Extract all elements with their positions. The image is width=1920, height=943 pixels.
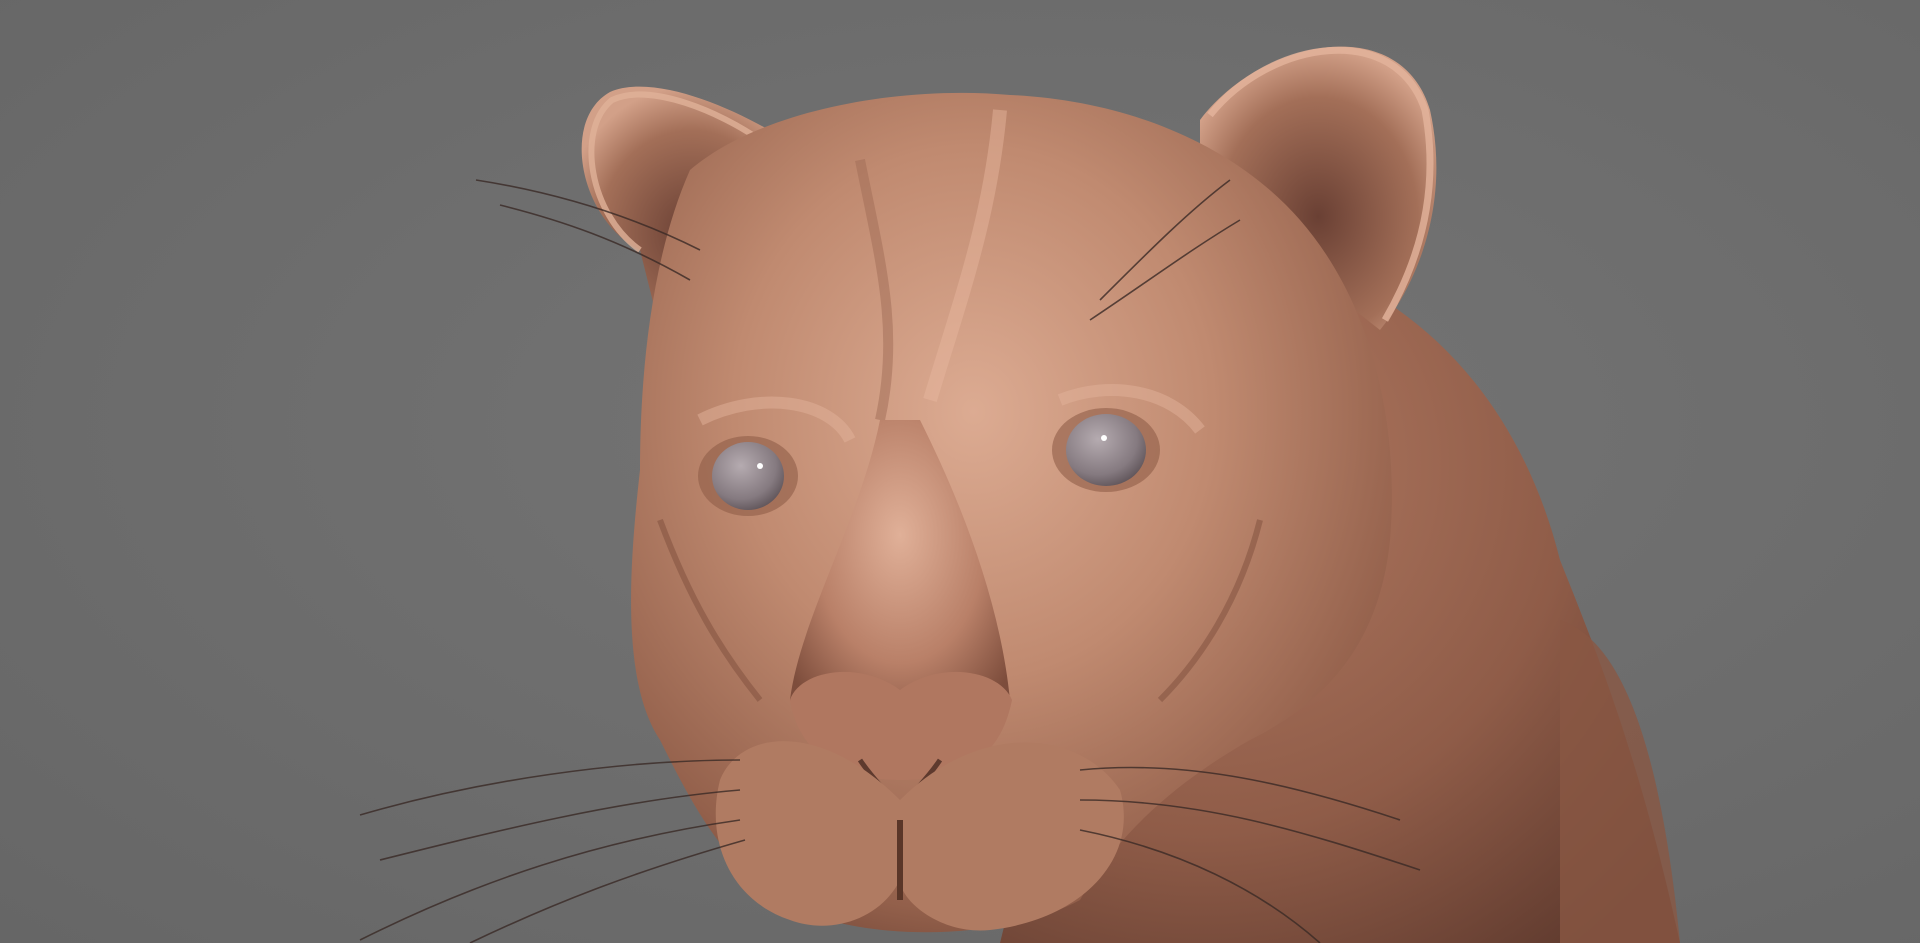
- sculpt-viewport: [0, 0, 1920, 943]
- right-eye: [1066, 414, 1146, 486]
- left-eye: [712, 442, 784, 510]
- shoulder: [1560, 620, 1680, 943]
- lioness-sculpt: [359, 46, 1680, 943]
